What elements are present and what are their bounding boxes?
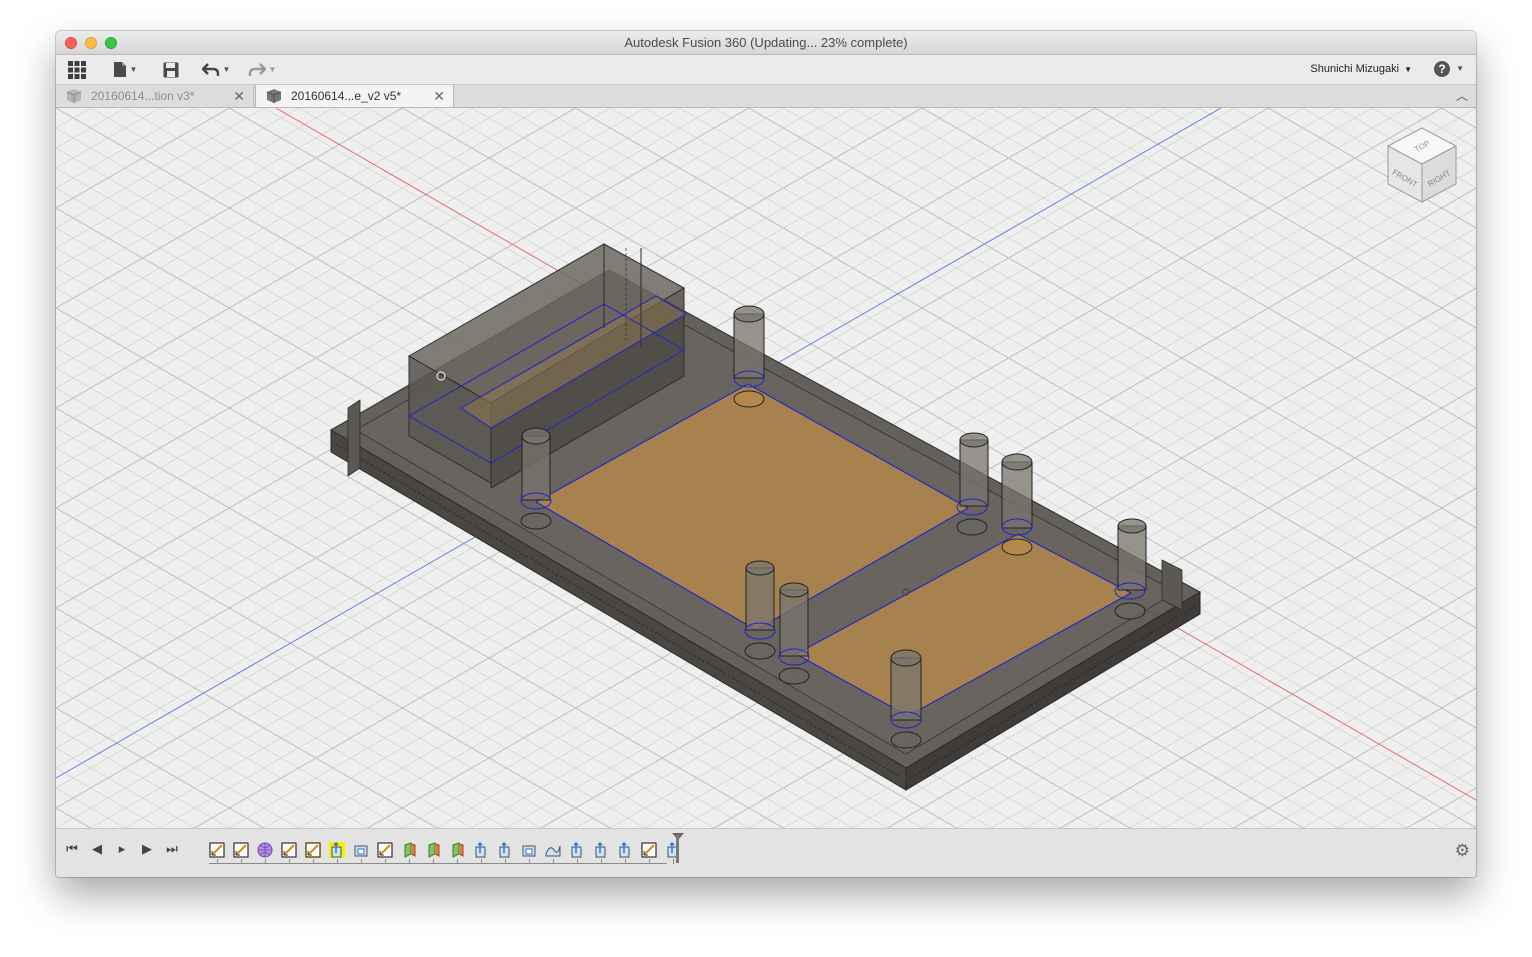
timeline-feature-extrude-icon[interactable] — [593, 842, 609, 858]
undo-button[interactable]: ▼ — [198, 55, 234, 84]
redo-button[interactable]: ▼ — [244, 55, 280, 84]
timeline-feature-extrude-icon[interactable] — [497, 842, 513, 858]
timeline-feature-shell-icon[interactable] — [353, 842, 369, 858]
step-forward-icon[interactable]: ▸ — [113, 840, 131, 858]
chevron-down-icon: ▼ — [268, 65, 277, 74]
tab-document-2[interactable]: 20160614...e_v2 v5* ✕ — [255, 85, 454, 107]
fusion-window: Autodesk Fusion 360 (Updating... 23% com… — [56, 31, 1476, 877]
chevron-down-icon[interactable]: ▼ — [1456, 64, 1464, 73]
timeline-feature-sketch-icon[interactable] — [281, 842, 297, 858]
timeline-feature-sketch-icon[interactable] — [233, 842, 249, 858]
timeline-tick — [673, 859, 674, 864]
tab-label: 20160614...tion v3* — [91, 89, 195, 103]
tab-document-1[interactable]: 20160614...tion v3* ✕ — [56, 85, 254, 107]
chevron-down-icon: ▼ — [222, 65, 231, 74]
window-title: Autodesk Fusion 360 (Updating... 23% com… — [624, 35, 908, 50]
go-to-start-icon[interactable]: ⏮ — [63, 840, 81, 858]
timeline-marker[interactable] — [676, 835, 679, 863]
help-icon[interactable]: ? — [1434, 61, 1450, 77]
chevron-down-icon: ▼ — [1404, 65, 1412, 74]
timeline-feature-sketch-icon[interactable] — [209, 842, 225, 858]
timeline-track — [209, 863, 667, 864]
user-name: Shunichi Mizugaki — [1310, 63, 1400, 75]
3d-canvas[interactable]: TOP FRONT RIGHT — [56, 108, 1476, 828]
timeline-feature-extrude-icon[interactable] — [329, 842, 345, 858]
chevron-down-icon: ▼ — [129, 65, 138, 74]
chevron-up-icon[interactable]: ︿ — [1456, 87, 1468, 104]
timeline-feature-revolve-icon[interactable] — [401, 842, 417, 858]
step-back-icon[interactable]: ◀ — [88, 840, 106, 858]
gear-icon[interactable]: ⚙ — [1455, 841, 1470, 861]
timeline-feature-extrude-icon[interactable] — [617, 842, 633, 858]
file-menu-button[interactable]: ▼ — [110, 55, 140, 84]
timeline-feature-extrude-icon[interactable] — [569, 842, 585, 858]
component-icon — [266, 89, 282, 103]
undo-icon — [201, 62, 219, 76]
timeline-feature-body-icon[interactable] — [257, 842, 273, 858]
component-icon — [66, 89, 82, 103]
timeline-feature-sketch-icon[interactable] — [305, 842, 321, 858]
user-menu[interactable]: Shunichi Mizugaki ▼ — [1310, 63, 1412, 75]
document-tab-bar: 20160614...tion v3* ✕ 20160614...e_v2 v5… — [56, 85, 1476, 108]
close-icon[interactable]: ✕ — [433, 88, 445, 105]
timeline-feature-sketch-icon[interactable] — [641, 842, 657, 858]
tab-label: 20160614...e_v2 v5* — [291, 89, 402, 103]
timeline-bar: ⏮ ◀ ▸ ▶ ⏭ ⚙ — [56, 828, 1476, 877]
quick-access-toolbar: ▼ ▼ ▼ Shunichi Mizugaki ▼ ? ▼ — [56, 55, 1476, 85]
redo-icon — [248, 62, 266, 76]
timeline-feature-surface-icon[interactable] — [545, 842, 561, 858]
file-icon — [113, 62, 126, 77]
close-icon[interactable]: ✕ — [233, 88, 245, 105]
save-icon — [163, 62, 179, 77]
timeline-feature-revolve-icon[interactable] — [449, 842, 465, 858]
save-button[interactable] — [160, 55, 182, 84]
timeline-feature-shell-icon[interactable] — [521, 842, 537, 858]
go-to-end-icon[interactable]: ⏭ — [163, 840, 181, 858]
timeline-feature-sketch-icon[interactable] — [377, 842, 393, 858]
model-view: TOP FRONT RIGHT — [56, 108, 1476, 828]
play-icon[interactable]: ▶ — [138, 840, 156, 858]
timeline-feature-extrude-icon[interactable] — [473, 842, 489, 858]
timeline-feature-revolve-icon[interactable] — [425, 842, 441, 858]
title-bar: Autodesk Fusion 360 (Updating... 23% com… — [56, 31, 1476, 55]
apps-grid-icon[interactable] — [66, 55, 88, 84]
